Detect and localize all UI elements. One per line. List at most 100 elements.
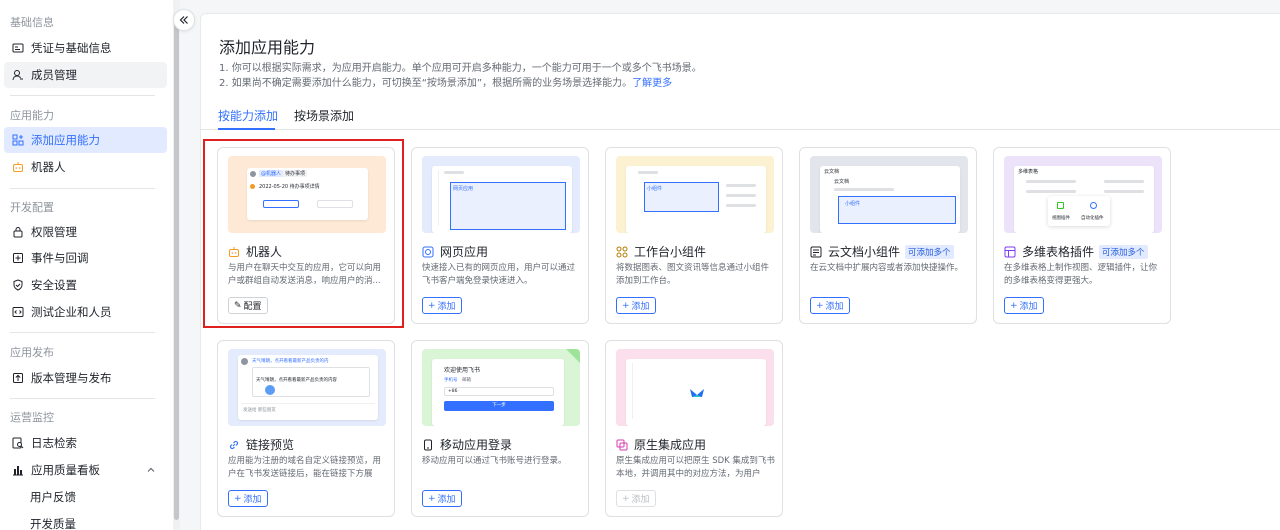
sidebar-scrollbar[interactable] <box>173 0 180 530</box>
link-card-text: 天气晴朗，点开看看最新产品负责的内容 <box>256 378 337 383</box>
tab-by-scene[interactable]: 按场景添加 <box>294 107 354 124</box>
sidebar-item-dev-quality[interactable]: 开发质量 <box>30 516 76 530</box>
sidebar-item-label: 机器人 <box>31 160 66 174</box>
capability-card-workplace-widget[interactable]: 小组件 工作台小组件 将数据图表、图文资讯等信息通过小组件添加到工作台。 + 添加 <box>605 147 783 324</box>
plus-icon: + <box>1010 300 1018 311</box>
sidebar-item-add-capability[interactable]: 添加应用能力 <box>4 127 167 153</box>
sidebar-section-dev: 开发配置 <box>10 201 54 214</box>
sidebar-section-capability: 应用能力 <box>10 109 54 122</box>
sidebar-item-user-feedback[interactable]: 用户反馈 <box>30 489 76 505</box>
card-title: 机器人 <box>228 243 282 260</box>
scrollbar-thumb[interactable] <box>174 20 179 520</box>
mobile-phone-input: +86 <box>444 387 554 396</box>
plus-icon: + <box>816 300 824 311</box>
bot-avatar <box>250 184 255 189</box>
button-label: 添加 <box>437 302 456 312</box>
sidebar-item-test-company[interactable]: 测试企业和人员 <box>4 299 167 325</box>
robot-icon <box>12 161 24 173</box>
event-icon <box>12 252 24 264</box>
grid-plus-icon <box>12 134 24 146</box>
sidebar-item-credentials[interactable]: 凭证与基础信息 <box>4 35 167 61</box>
configure-button[interactable]: ✎ 配置 <box>228 297 268 314</box>
collapse-sidebar-button[interactable] <box>173 9 195 31</box>
sidebar-section-ops: 运营监控 <box>10 411 54 424</box>
link-preview-card: 天气晴朗，点开看看最新产品负责的内容 <box>252 367 370 397</box>
doc-widget-frame: 小组件 <box>838 196 956 224</box>
sidebar-section-release: 应用发布 <box>10 346 54 359</box>
sidebar-item-members[interactable]: 成员管理 <box>4 62 167 88</box>
sidebar-item-permissions[interactable]: 权限管理 <box>4 219 167 245</box>
preview-line <box>1026 180 1076 183</box>
bitable-preview-image: 多维表格 视图插件 自动化插件 <box>1004 156 1162 233</box>
button-label: 添加 <box>243 495 262 505</box>
mobile-icon <box>422 439 434 451</box>
bot-action-button <box>317 200 353 208</box>
bot-preview-image: @机器人 待办事项 2022-05-20 待办事项详情 <box>228 156 386 233</box>
multiple-badge: 可添加多个 <box>905 244 954 259</box>
card-description: 与用户在聊天中交互的应用，它可以向用户或群组自动发送消息，响应用户的消... <box>228 263 382 286</box>
sidebar: 基础信息 凭证与基础信息 成员管理 应用能力 添加应用能力 机器人 开发配置 权… <box>0 0 180 530</box>
add-button-disabled[interactable]: + 添加 <box>616 490 656 507</box>
sidebar-item-quality-board[interactable]: 应用质量看板 <box>4 457 167 483</box>
divider <box>10 188 155 189</box>
tab-by-capability[interactable]: 按能力添加 <box>218 107 278 124</box>
chevron-up-icon[interactable] <box>146 465 156 475</box>
upload-icon <box>12 372 24 384</box>
preview-sidebar <box>435 170 439 226</box>
sidebar-item-label: 应用质量看板 <box>31 463 100 477</box>
capability-card-native-app[interactable]: 原生集成应用 原生集成应用可以把原生 SDK 集成到飞书本地，并调用其中的对应方… <box>605 340 783 517</box>
add-button[interactable]: + 添加 <box>422 490 462 507</box>
sidebar-item-version[interactable]: 版本管理与发布 <box>4 365 167 391</box>
web-app-frame: 网页应用 <box>450 182 566 230</box>
add-button[interactable]: + 添加 <box>228 490 268 507</box>
capability-card-bitable-plugin[interactable]: 多维表格 视图插件 自动化插件 多维表格插件 可添加多个 在多维表格上制作视图、… <box>993 147 1171 324</box>
learn-more-link[interactable]: 了解更多 <box>632 78 672 89</box>
corner-decoration <box>566 349 580 363</box>
capability-card-bot[interactable]: @机器人 待办事项 2022-05-20 待办事项详情 机器人 与用户在聊天中交… <box>217 147 395 324</box>
description-line-2: 2. 如果尚不确定需要添加什么能力，可切换至“按场景添加”，根据所需的业务场景选… <box>219 74 672 89</box>
description-text: 2. 如果尚不确定需要添加什么能力，可切换至“按场景添加”，根据所需的业务场景选… <box>219 78 633 89</box>
card-description: 在云文档中扩展内容或者添加快捷操作。 <box>810 263 964 273</box>
page-title: 添加应用能力 <box>219 38 316 57</box>
sidebar-item-label: 添加应用能力 <box>31 133 100 147</box>
card-title: 链接预览 <box>228 436 294 453</box>
view-plugin-icon <box>1057 202 1064 209</box>
mobile-tab-phone: 手机号 <box>444 378 458 383</box>
preview-line <box>1104 190 1144 193</box>
card-description: 在多维表格上制作视图、逻辑插件，让你的多维表格变得更强大。 <box>1004 263 1158 286</box>
add-button[interactable]: + 添加 <box>1004 297 1044 314</box>
plus-icon: + <box>622 300 630 311</box>
web-preview-image: 网页应用 <box>422 156 580 233</box>
link-message: 天气晴朗，点开看看最新产品负责的内 <box>252 359 329 364</box>
bitable-plugin-popup: 视图插件 自动化插件 <box>1048 196 1110 226</box>
doc-preview-image: 云文档 云文档 小组件 <box>810 156 968 233</box>
sidebar-item-logs[interactable]: 日志检索 <box>4 430 167 456</box>
add-button[interactable]: + 添加 <box>616 297 656 314</box>
sidebar-item-security[interactable]: 安全设置 <box>4 272 167 298</box>
card-title: 工作台小组件 <box>616 243 706 260</box>
capability-card-doc-widget[interactable]: 云文档 云文档 小组件 云文档小组件 可添加多个 在云文档中扩展内容或者添加快捷… <box>799 147 977 324</box>
link-icon <box>228 439 240 451</box>
button-label: 添加 <box>437 495 456 505</box>
card-title-text: 链接预览 <box>246 438 295 452</box>
sidebar-item-bot[interactable]: 机器人 <box>4 154 167 180</box>
user-icon <box>12 69 24 81</box>
capability-card-web-app[interactable]: 网页应用 网页应用 快速接入已有的网页应用，用户可以通过飞书客户端免登录快速进入… <box>411 147 589 324</box>
preview-line <box>444 171 464 174</box>
sidebar-item-label: 版本管理与发布 <box>31 371 112 385</box>
add-button[interactable]: + 添加 <box>422 297 462 314</box>
capability-card-mobile-login[interactable]: 欢迎使用飞书 手机号 邮箱 +86 下一步 移动应用登录 移动应用可以通过飞书账… <box>411 340 589 517</box>
capability-card-link-preview[interactable]: 天气晴朗，点开看看最新产品负责的内 天气晴朗，点开看看最新产品负责的内容 发送给… <box>217 340 395 517</box>
bitable-title: 多维表格 <box>1018 169 1039 175</box>
log-search-icon <box>12 437 24 449</box>
card-title-text: 云文档小组件 <box>828 245 901 259</box>
preview-sidebar <box>629 363 633 419</box>
card-title-text: 原生集成应用 <box>634 438 707 452</box>
preview-line <box>638 171 658 174</box>
add-button[interactable]: + 添加 <box>810 297 850 314</box>
sidebar-item-events[interactable]: 事件与回调 <box>4 245 167 271</box>
native-icon <box>616 439 628 451</box>
preview-line <box>726 184 756 187</box>
widget-preview-window: 小组件 <box>626 166 766 233</box>
view-plugin-label: 视图插件 <box>1052 216 1070 221</box>
